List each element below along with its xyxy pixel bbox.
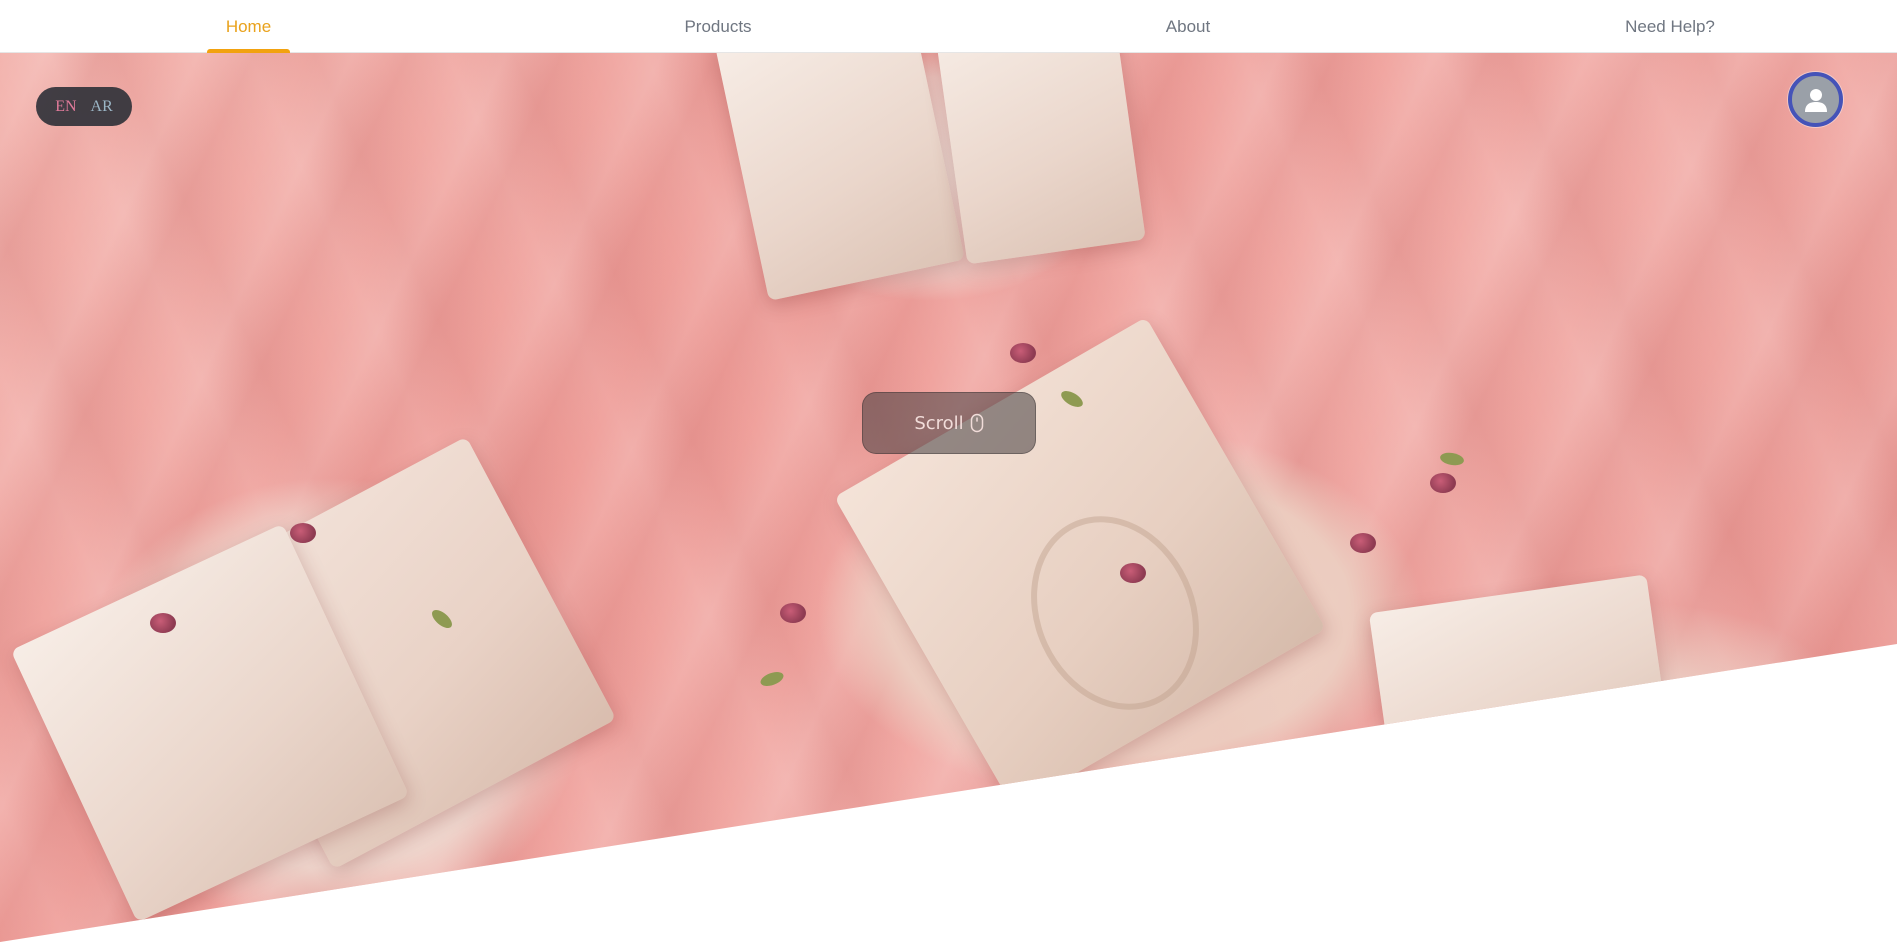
rosebud-decoration <box>290 523 316 543</box>
rosebud-decoration <box>1350 533 1376 553</box>
nav-home-label: Home <box>225 16 272 36</box>
scroll-button[interactable]: Scroll <box>862 392 1036 454</box>
nav-about-label: About <box>1165 16 1211 36</box>
soap-bar-image <box>1368 574 1672 792</box>
mouse-icon <box>970 413 983 433</box>
rosebud-decoration <box>1120 563 1146 583</box>
nav-home[interactable]: Home <box>207 0 290 53</box>
top-navigation: Home Products About Need Help? <box>0 0 1897 53</box>
language-ar-option[interactable]: AR <box>91 98 113 116</box>
soap-bar-image <box>934 53 1146 265</box>
user-icon <box>1804 88 1827 112</box>
leaf-decoration <box>758 669 786 689</box>
rosebud-decoration <box>150 613 176 633</box>
nav-need-help[interactable]: Need Help? <box>1610 0 1730 53</box>
rosebud-decoration <box>780 603 806 623</box>
soap-bar-image <box>715 53 965 301</box>
rosebud-decoration <box>1010 343 1036 363</box>
nav-products-label: Products <box>684 16 752 36</box>
language-toggle: EN AR <box>36 87 132 126</box>
active-tab-indicator <box>207 49 290 53</box>
leaf-decoration <box>1439 451 1465 467</box>
hero-banner-image <box>0 53 1897 942</box>
profile-button[interactable] <box>1788 72 1843 127</box>
scroll-label: Scroll <box>914 412 964 434</box>
nav-products[interactable]: Products <box>668 0 768 53</box>
nav-about[interactable]: About <box>1148 0 1228 53</box>
rosebud-decoration <box>1430 473 1456 493</box>
language-en-option[interactable]: EN <box>55 98 76 116</box>
nav-need-help-label: Need Help? <box>1625 16 1715 36</box>
